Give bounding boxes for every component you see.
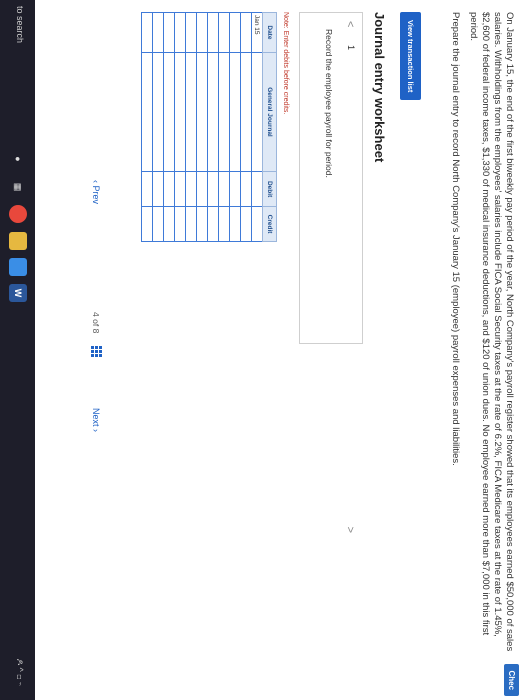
task-view-icon[interactable]: ▦ — [9, 178, 27, 196]
worksheet-pager: < 1 > Record the employee payroll for pe… — [299, 12, 363, 533]
date-cell[interactable] — [229, 12, 241, 53]
debit-credit-note: Note: Enter debits before credits. — [282, 12, 289, 115]
next-button[interactable]: Next › — [91, 408, 101, 432]
table-row — [229, 12, 241, 242]
rotated-screen: On January 15, the end of the first biwe… — [0, 0, 525, 700]
credit-cell[interactable] — [207, 206, 219, 242]
credit-cell[interactable] — [141, 206, 153, 242]
debit-cell[interactable] — [218, 171, 230, 207]
worksheet-title: Journal entry worksheet — [372, 12, 387, 163]
page-of: of — [91, 319, 101, 327]
entry-number: 1 — [346, 45, 356, 51]
table-row: Jan 15 — [251, 12, 263, 242]
taskbar-search[interactable]: to search — [15, 6, 25, 43]
windows-taskbar: to search ● ▦ W ዶ ^ ◻ ⌁ — [0, 0, 35, 700]
date-cell[interactable] — [196, 12, 208, 53]
worksheet-instruction: Record the employee payroll for period. — [324, 29, 334, 178]
prev-label: Prev — [91, 185, 101, 205]
account-cell[interactable] — [207, 52, 219, 172]
problem-paragraph-2: Prepare the journal entry to record Nort… — [450, 12, 461, 466]
page-indicator: 4 of 8 — [91, 312, 101, 333]
table-row — [196, 12, 208, 242]
debit-cell[interactable] — [141, 171, 153, 207]
credit-cell[interactable] — [196, 206, 208, 242]
check-button[interactable]: Chec — [504, 664, 519, 696]
general-journal-table: Date General Journal Debit Credit Jan 15 — [141, 12, 277, 242]
debit-cell[interactable] — [207, 171, 219, 207]
file-explorer-icon[interactable] — [9, 232, 27, 250]
account-cell[interactable] — [163, 52, 175, 172]
account-cell[interactable] — [141, 52, 153, 172]
account-cell[interactable] — [240, 52, 252, 172]
account-cell[interactable] — [152, 52, 164, 172]
chevron-right-icon: › — [91, 426, 101, 433]
credit-cell[interactable] — [240, 206, 252, 242]
next-label: Next — [91, 408, 101, 427]
column-header-debit: Debit — [262, 171, 277, 207]
view-transaction-list-button[interactable]: View transaction list — [400, 12, 421, 101]
account-cell[interactable] — [229, 52, 241, 172]
problem-paragraph-1: On January 15, the end of the first biwe… — [468, 12, 515, 652]
date-cell[interactable] — [174, 12, 186, 53]
date-cell[interactable] — [163, 12, 175, 53]
table-row — [185, 12, 197, 242]
grid-icon[interactable] — [91, 346, 102, 357]
column-header-general-journal: General Journal — [262, 52, 277, 172]
prev-button[interactable]: ‹ Prev — [91, 180, 101, 204]
date-cell[interactable] — [141, 12, 153, 53]
date-cell[interactable] — [207, 12, 219, 53]
account-cell[interactable] — [185, 52, 197, 172]
debit-cell[interactable] — [174, 171, 186, 207]
store-icon[interactable] — [9, 258, 27, 276]
table-row — [174, 12, 186, 242]
date-cell[interactable] — [152, 12, 164, 53]
debit-cell[interactable] — [251, 171, 263, 207]
date-cell[interactable] — [240, 12, 252, 53]
table-row — [207, 12, 219, 242]
system-tray[interactable]: ዶ ^ ◻ ⌁ — [14, 659, 25, 686]
question-navigation: ‹ Prev 4 of 8 Next › — [77, 0, 107, 700]
table-row — [240, 12, 252, 242]
account-cell[interactable] — [174, 52, 186, 172]
chrome-icon[interactable] — [9, 205, 27, 223]
credit-cell[interactable] — [185, 206, 197, 242]
journal-header-row: Date General Journal Debit Credit — [262, 12, 277, 242]
date-cell[interactable] — [218, 12, 230, 53]
table-row — [141, 12, 153, 242]
table-row — [218, 12, 230, 242]
credit-cell[interactable] — [251, 206, 263, 242]
page-current: 4 — [91, 312, 101, 317]
microphone-icon[interactable]: ● — [9, 150, 27, 168]
account-cell[interactable] — [218, 52, 230, 172]
debit-cell[interactable] — [196, 171, 208, 207]
account-cell[interactable] — [251, 52, 263, 172]
credit-cell[interactable] — [174, 206, 186, 242]
debit-cell[interactable] — [229, 171, 241, 207]
date-cell[interactable] — [185, 12, 197, 53]
table-row — [163, 12, 175, 242]
problem-statement: On January 15, the end of the first biwe… — [443, 12, 515, 652]
column-header-credit: Credit — [262, 206, 277, 242]
debit-cell[interactable] — [185, 171, 197, 207]
account-cell[interactable] — [196, 52, 208, 172]
chevron-right-icon[interactable]: > — [344, 527, 356, 533]
chevron-left-icon[interactable]: < — [344, 21, 356, 27]
page-total: 8 — [91, 328, 101, 334]
credit-cell[interactable] — [163, 206, 175, 242]
credit-cell[interactable] — [229, 206, 241, 242]
table-row — [152, 12, 164, 242]
date-cell[interactable]: Jan 15 — [251, 12, 263, 53]
word-icon[interactable]: W — [9, 284, 27, 302]
credit-cell[interactable] — [152, 206, 164, 242]
column-header-date: Date — [262, 12, 277, 53]
debit-cell[interactable] — [240, 171, 252, 207]
debit-cell[interactable] — [152, 171, 164, 207]
debit-cell[interactable] — [163, 171, 175, 207]
credit-cell[interactable] — [218, 206, 230, 242]
